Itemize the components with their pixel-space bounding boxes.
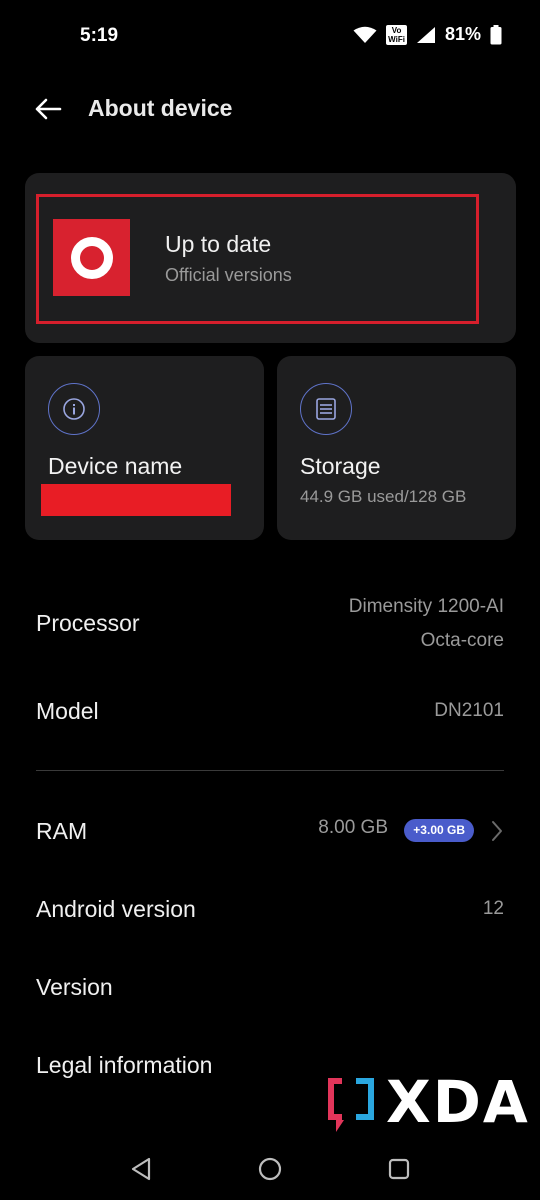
chevron-right-icon	[492, 821, 502, 841]
ram-value: 8.00 GB	[318, 817, 388, 838]
app-bar: About device	[0, 84, 540, 134]
processor-label: Processor	[36, 610, 140, 636]
model-row: Model DN2101	[0, 688, 540, 736]
update-status-subtitle: Official versions	[165, 265, 292, 285]
storage-icon	[300, 383, 352, 435]
version-label: Version	[36, 974, 113, 1000]
version-row[interactable]: Version	[0, 964, 540, 1012]
device-name-title: Device name	[48, 453, 183, 479]
os-logo-icon	[53, 219, 130, 296]
divider	[36, 770, 504, 771]
navigation-bar	[0, 1134, 540, 1200]
circle-home-icon	[258, 1157, 282, 1181]
info-icon	[48, 383, 100, 435]
storage-card[interactable]: Storage 44.9 GB used/128 GB	[277, 356, 516, 540]
signal-icon	[416, 26, 435, 43]
device-name-card[interactable]: Device name	[25, 356, 264, 540]
nav-recents-button[interactable]	[384, 1154, 414, 1184]
square-recents-icon	[388, 1158, 410, 1180]
nav-back-button[interactable]	[126, 1154, 156, 1184]
android-version-value: 12	[482, 898, 504, 919]
ring-icon	[70, 236, 113, 279]
android-version-label: Android version	[36, 896, 196, 922]
xda-watermark: XDA	[324, 1068, 540, 1138]
processor-value: Dimensity 1200-AI Octa-core	[348, 596, 504, 651]
back-button[interactable]	[28, 92, 68, 126]
model-label: Model	[36, 698, 99, 724]
vowifi-icon: Vo WiFi	[386, 24, 407, 45]
storage-usage: 44.9 GB used/128 GB	[300, 487, 467, 506]
page-title: About device	[88, 95, 233, 121]
status-time: 5:19	[80, 25, 119, 46]
xda-text: XDA	[386, 1068, 530, 1136]
ram-label: RAM	[36, 818, 88, 844]
status-bar: 5:19 Vo WiFi 81%	[0, 0, 540, 72]
nav-home-button[interactable]	[255, 1154, 285, 1184]
model-value: DN2101	[434, 700, 504, 721]
update-status-title: Up to date	[165, 231, 272, 257]
ram-expansion-badge: +3.00 GB	[404, 819, 474, 842]
xda-bracket-icon	[328, 1078, 374, 1132]
redaction-bar	[41, 484, 231, 516]
battery-icon	[490, 24, 502, 44]
triangle-back-icon	[131, 1157, 151, 1181]
android-version-row[interactable]: Android version 12	[0, 886, 540, 934]
processor-row: Processor Dimensity 1200-AI Octa-core	[0, 590, 540, 660]
battery-percent: 81%	[444, 24, 481, 44]
legal-information-label: Legal information	[36, 1052, 213, 1078]
status-icons: Vo WiFi 81%	[353, 24, 502, 45]
arrow-left-icon	[35, 98, 62, 120]
storage-title: Storage	[300, 453, 381, 479]
wifi-icon	[353, 26, 377, 43]
